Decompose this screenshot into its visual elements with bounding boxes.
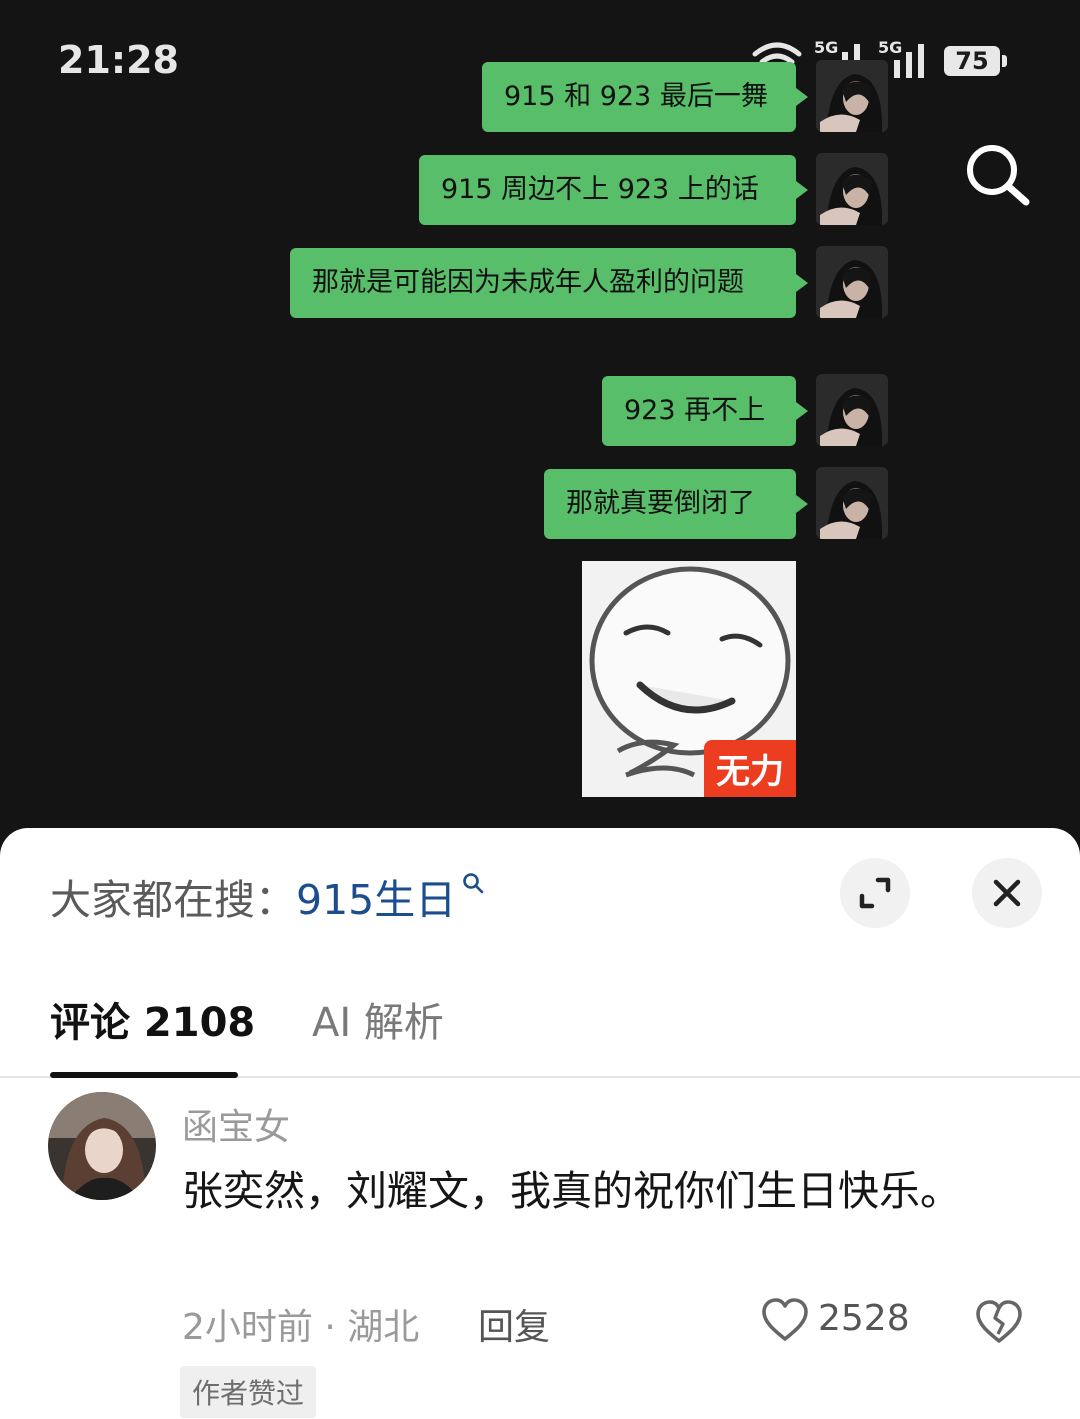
expand-icon	[859, 877, 891, 909]
chat-message-bubble[interactable]: 那就真要倒闭了	[544, 469, 808, 539]
chat-message-bubble[interactable]: 915 和 923 最后一舞	[482, 62, 808, 132]
comment-item: 函宝女 张奕然，刘耀文，我真的祝你们生日快乐。 2小时前 · 湖北 回复 252…	[0, 1090, 1080, 1419]
tab-comments[interactable]: 评论 2108	[50, 990, 255, 1048]
chat-message-bubble[interactable]: 那就是可能因为未成年人盈利的问题	[290, 248, 808, 318]
network-type-1: 5G	[814, 38, 839, 57]
heart-icon	[762, 1298, 808, 1341]
search-button[interactable]	[962, 140, 1032, 210]
sticker-image[interactable]: 无力	[582, 561, 796, 797]
chat-message-text: 那就是可能因为未成年人盈利的问题	[312, 267, 744, 298]
active-tab-indicator	[50, 1072, 238, 1078]
sender-avatar[interactable]	[816, 60, 888, 132]
comment-username[interactable]: 函宝女	[182, 1098, 290, 1150]
battery-level: 75	[955, 47, 989, 75]
like-button[interactable]: 2528	[760, 1296, 910, 1346]
battery-icon: 75	[944, 46, 1000, 76]
chat-message-text: 那就真要倒闭了	[566, 488, 755, 519]
sender-avatar[interactable]	[816, 467, 888, 539]
expand-button[interactable]	[840, 858, 910, 928]
broken-heart-icon	[976, 1300, 1022, 1343]
comment-meta: 2小时前 · 湖北	[182, 1307, 420, 1348]
chat-message-text: 915 周边不上 923 上的话	[441, 174, 759, 205]
chat-message-text: 923 再不上	[624, 395, 766, 426]
sender-avatar[interactable]	[816, 246, 888, 318]
reply-button[interactable]: 回复	[478, 1298, 550, 1350]
hot-search-bar[interactable]: 大家都在搜：915生日	[50, 866, 484, 926]
status-time: 21:28	[58, 38, 179, 82]
sender-avatar[interactable]	[816, 374, 888, 446]
tab-ai-analysis[interactable]: AI 解析	[312, 990, 444, 1048]
sender-avatar[interactable]	[816, 153, 888, 225]
search-icon	[967, 145, 1030, 206]
close-button[interactable]	[972, 858, 1042, 928]
dislike-button[interactable]	[974, 1298, 1024, 1346]
search-small-icon	[463, 873, 484, 894]
sticker-label: 无力	[704, 740, 796, 797]
comment-text: 张奕然，刘耀文，我真的祝你们生日快乐。	[182, 1167, 961, 1215]
hot-search-keyword[interactable]: 915生日	[296, 876, 456, 924]
network-type-2: 5G	[878, 38, 903, 57]
chat-message-text: 915 和 923 最后一舞	[504, 81, 768, 112]
commenter-avatar[interactable]	[48, 1092, 156, 1200]
chat-message-bubble[interactable]: 915 周边不上 923 上的话	[419, 155, 808, 225]
sheet-tabs: 评论 2108 AI 解析	[0, 968, 1080, 1078]
comment-sheet: 大家都在搜：915生日 评论 2108 AI 解析 函宝女 张奕然，刘耀文，我真…	[0, 828, 1080, 1419]
close-icon	[993, 879, 1021, 907]
author-liked-badge: 作者赞过	[180, 1366, 317, 1418]
chat-message-bubble[interactable]: 923 再不上	[602, 376, 808, 446]
like-count: 2528	[818, 1298, 910, 1339]
hot-search-prefix: 大家都在搜：	[50, 876, 296, 924]
